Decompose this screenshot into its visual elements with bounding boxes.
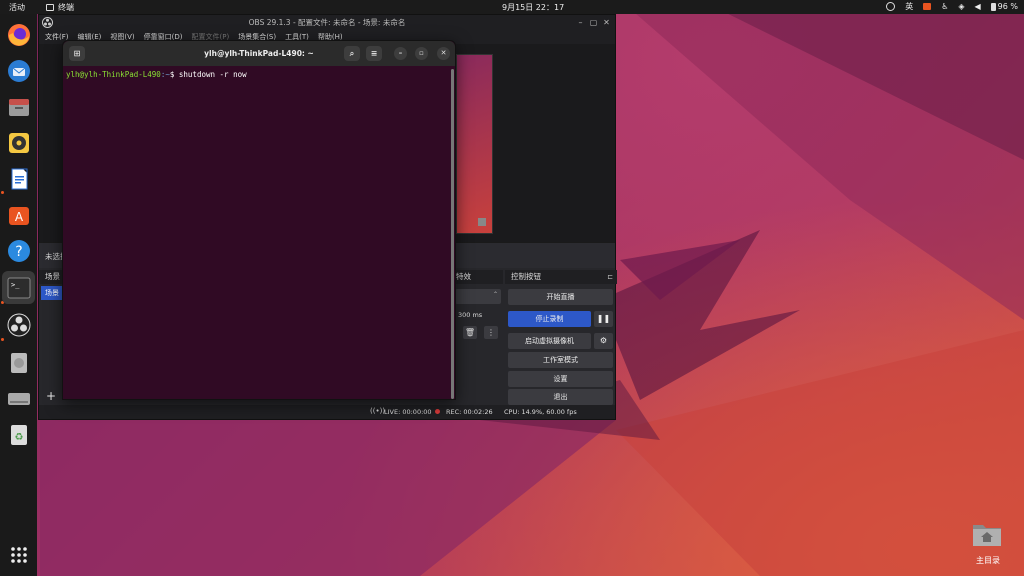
terminal-scrollbar[interactable] bbox=[451, 69, 454, 399]
battery-indicator: 96 % bbox=[990, 2, 1018, 11]
minimize-icon[interactable]: – bbox=[576, 18, 585, 27]
duration-value: 300 ms bbox=[458, 311, 483, 319]
terminal-app-icon bbox=[46, 4, 54, 11]
more-icon: ⋮ bbox=[487, 328, 495, 337]
obs-icon[interactable] bbox=[6, 312, 31, 337]
disk-drive-icon[interactable] bbox=[6, 350, 31, 375]
app-menu-label: 终端 bbox=[58, 3, 74, 12]
add-scene-button[interactable]: + bbox=[44, 389, 58, 403]
battery-icon bbox=[990, 2, 996, 11]
transition-select[interactable]: ⌃ bbox=[455, 289, 501, 304]
accessibility-icon: ♿ bbox=[941, 2, 949, 11]
minimize-icon[interactable]: – bbox=[394, 47, 407, 60]
rec-dot-icon bbox=[435, 409, 440, 414]
prompt-user: ylh@ylh-ThinkPad-L490 bbox=[66, 70, 161, 79]
rhythmbox-icon[interactable] bbox=[6, 130, 31, 155]
input-method-indicator[interactable]: 英 bbox=[905, 1, 913, 12]
new-tab-icon[interactable]: ⊞ bbox=[69, 46, 85, 61]
svg-text:>_: >_ bbox=[11, 281, 20, 289]
files-icon[interactable] bbox=[6, 94, 31, 119]
scenes-dock-header: 场景 bbox=[39, 270, 64, 284]
drive-icon[interactable] bbox=[6, 386, 31, 411]
svg-text:?: ? bbox=[15, 244, 22, 260]
clock[interactable]: 9月15日 22：17 bbox=[502, 2, 564, 13]
undock-icon[interactable]: ⊏ bbox=[607, 270, 613, 284]
activities-button[interactable]: 活动 bbox=[9, 2, 25, 13]
preview-canvas bbox=[456, 54, 493, 234]
live-time: LIVE: 00:00:00 bbox=[384, 408, 432, 416]
terminal-output[interactable]: ylh@ylh-ThinkPad-L490:~$ shutdown -r now bbox=[63, 66, 455, 83]
terminal-title-bar[interactable]: ⊞ ylh@ylh-ThinkPad-L490: ~ ⌕ ≡ – ▫ ✕ bbox=[63, 41, 455, 66]
dock: A ? >_ ♻ bbox=[0, 14, 37, 576]
start-virtual-cam-button[interactable]: 启动虚拟摄像机 bbox=[508, 333, 591, 349]
obs-window-title: OBS 29.1.3 - 配置文件: 未命名 - 场景: 未命名 bbox=[248, 18, 406, 27]
stop-record-button[interactable]: 停止录制 bbox=[508, 311, 591, 327]
top-bar: 活动 终端 9月15日 22：17 英 ♿ ◈ ◀ 96 % bbox=[0, 0, 1024, 14]
trash-icon[interactable]: ♻ bbox=[6, 422, 31, 447]
firefox-icon[interactable] bbox=[6, 22, 31, 47]
battery-level: 96 % bbox=[997, 2, 1018, 11]
prompt-path: :~ bbox=[160, 70, 170, 79]
remove-transition-button[interactable]: 🗑 bbox=[463, 326, 477, 339]
obs-title-bar[interactable]: OBS 29.1.3 - 配置文件: 未命名 - 场景: 未命名 – ▢ ✕ bbox=[39, 15, 615, 30]
exit-button[interactable]: 退出 bbox=[508, 389, 613, 405]
scene-item[interactable]: 场景 bbox=[41, 286, 62, 300]
thunderbird-icon[interactable] bbox=[6, 58, 31, 83]
close-icon[interactable]: ✕ bbox=[437, 47, 450, 60]
gear-icon: ⚙ bbox=[599, 336, 608, 345]
app-menu[interactable]: 终端 bbox=[46, 2, 74, 13]
obs-logo-icon bbox=[42, 17, 53, 28]
chevron-updown-icon: ⌃ bbox=[492, 291, 498, 298]
home-folder-icon[interactable] bbox=[972, 520, 1002, 546]
show-apps-icon[interactable] bbox=[6, 542, 31, 567]
help-icon[interactable]: ? bbox=[6, 238, 31, 263]
start-stream-button[interactable]: 开始直播 bbox=[508, 289, 613, 305]
terminal-title: ylh@ylh-ThinkPad-L490: ~ bbox=[204, 49, 314, 58]
maximize-icon[interactable]: ▢ bbox=[589, 18, 598, 27]
scenes-list[interactable]: 场景 bbox=[39, 284, 64, 385]
studio-mode-button[interactable]: 工作室模式 bbox=[508, 352, 613, 368]
app-center-icon[interactable]: A bbox=[6, 202, 31, 227]
controls-dock-title: 控制按钮 bbox=[511, 272, 541, 281]
pause-icon: ❚❚ bbox=[596, 314, 611, 323]
trash-small-icon: 🗑 bbox=[464, 328, 476, 337]
transitions-dock-header: 特效 bbox=[453, 270, 503, 284]
volume-icon: ◀ bbox=[974, 2, 981, 11]
settings-button[interactable]: 设置 bbox=[508, 371, 613, 387]
record-indicator-icon bbox=[923, 3, 932, 10]
cpu-fps: CPU: 14.9%, 60.00 fps bbox=[504, 408, 577, 416]
svg-text:♻: ♻ bbox=[14, 432, 23, 443]
ubuntu-icon bbox=[886, 2, 896, 11]
libreoffice-writer-icon[interactable] bbox=[6, 166, 31, 191]
home-folder-label: 主目录 bbox=[976, 556, 1000, 565]
terminal-window[interactable]: ⊞ ylh@ylh-ThinkPad-L490: ~ ⌕ ≡ – ▫ ✕ ylh… bbox=[62, 40, 456, 400]
pause-record-button[interactable]: ❚❚ bbox=[594, 311, 613, 327]
duration-spinbox[interactable]: 300 ms bbox=[455, 308, 501, 323]
controls-dock-header: 控制按钮 ⊏ bbox=[505, 270, 617, 284]
terminal-icon[interactable]: >_ bbox=[2, 271, 35, 304]
preview-home-icon bbox=[478, 218, 486, 226]
virtual-cam-settings-button[interactable]: ⚙ bbox=[594, 333, 613, 349]
maximize-icon[interactable]: ▫ bbox=[415, 47, 428, 60]
command-text: $ shutdown -r now bbox=[169, 70, 247, 79]
svg-text:A: A bbox=[14, 210, 23, 224]
transition-properties-button[interactable]: ⋮ bbox=[484, 326, 498, 339]
live-icon: ((•)) bbox=[370, 407, 386, 415]
close-icon[interactable]: ✕ bbox=[602, 18, 611, 27]
wifi-icon: ◈ bbox=[958, 2, 965, 11]
search-icon[interactable]: ⌕ bbox=[344, 46, 360, 61]
rec-time: REC: 00:02:26 bbox=[446, 408, 493, 416]
obs-status-bar: ((•)) LIVE: 00:00:00 REC: 00:02:26 CPU: … bbox=[39, 405, 615, 419]
hamburger-menu-icon[interactable]: ≡ bbox=[366, 46, 382, 61]
system-tray[interactable]: 英 ♿ ◈ ◀ 96 % bbox=[886, 1, 1018, 12]
